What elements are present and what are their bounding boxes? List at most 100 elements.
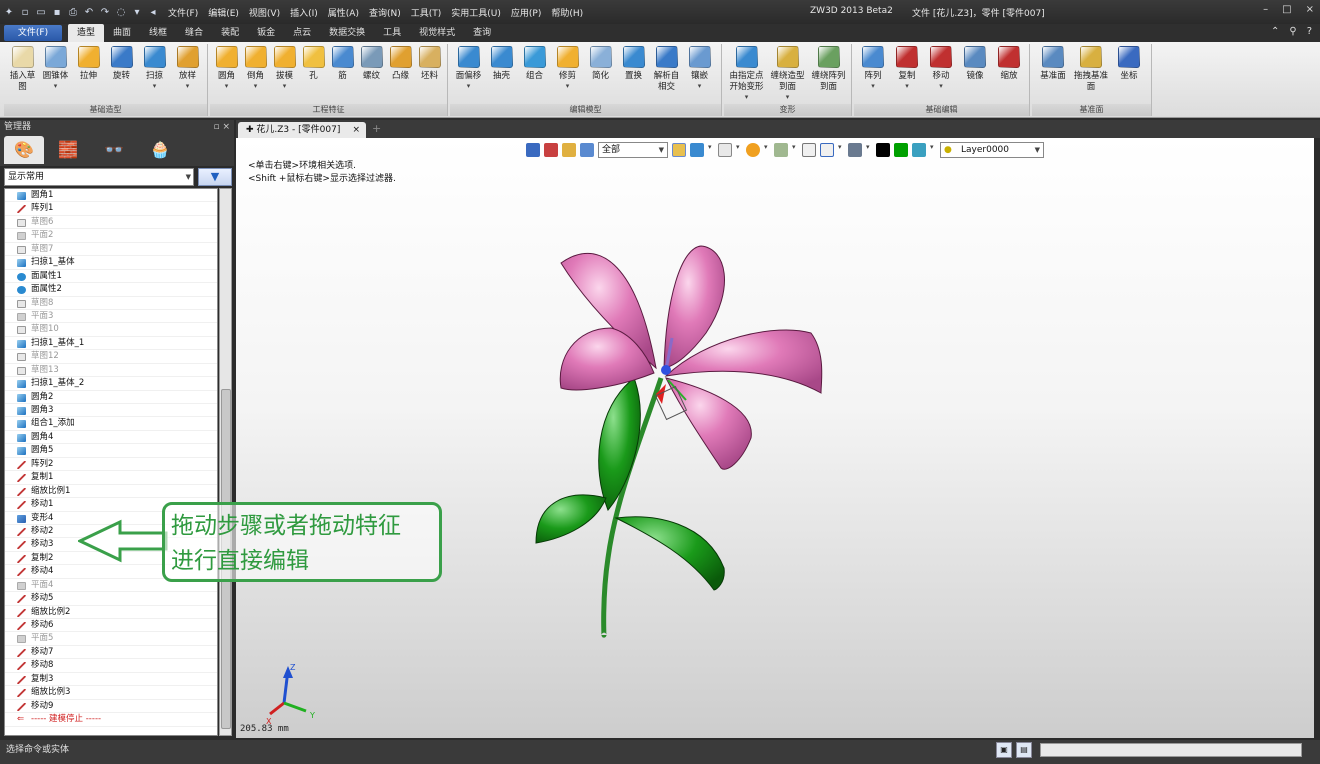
- cake-icon[interactable]: 🧁: [140, 136, 180, 164]
- new-tab-icon[interactable]: +: [372, 122, 381, 135]
- chevron-down-icon[interactable]: ▾: [683, 82, 716, 90]
- tree-item[interactable]: 草图10: [5, 323, 217, 337]
- ribbon-tool-3-0[interactable]: 由指定点开始变形 ▾: [726, 46, 767, 101]
- ribbon-tool-0-4[interactable]: 扫掠 ▾: [138, 46, 171, 90]
- tab-1[interactable]: 曲面: [104, 24, 140, 42]
- tree-item[interactable]: 移动8: [5, 659, 217, 673]
- ribbon-tool-5-1[interactable]: 拖拽基准面: [1072, 46, 1110, 93]
- tree-item[interactable]: 草图7: [5, 243, 217, 257]
- chevron-down-icon[interactable]: ▾: [452, 82, 485, 90]
- open-icon[interactable]: ▭: [36, 7, 46, 18]
- ribbon-tool-3-2[interactable]: 缠绕阵列到面: [808, 46, 849, 93]
- display-filter-select[interactable]: 显示常用 ▼: [4, 168, 194, 186]
- menu-item-3[interactable]: 插入(I): [290, 6, 318, 19]
- tree-item[interactable]: 移动7: [5, 646, 217, 660]
- tab-5[interactable]: 钣金: [248, 24, 284, 42]
- tab-2[interactable]: 线框: [140, 24, 176, 42]
- file-menu-button[interactable]: 文件(F): [4, 25, 62, 41]
- ribbon-tool-2-4[interactable]: 简化: [584, 46, 617, 82]
- tree-item[interactable]: 草图8: [5, 297, 217, 310]
- ribbon-tool-4-1[interactable]: 复制 ▾: [890, 46, 924, 90]
- ribbon-tool-0-0[interactable]: 插入草图: [6, 46, 39, 93]
- ribbon-tool-2-2[interactable]: 组合: [518, 46, 551, 82]
- tree-item[interactable]: 草图12: [5, 350, 217, 364]
- tree-item[interactable]: 扫掠1_基体_2: [5, 377, 217, 391]
- undo-icon[interactable]: ↶: [84, 7, 94, 18]
- build-stop-marker[interactable]: ⇐ ----- 建模停止 -----: [5, 713, 217, 727]
- tab-9[interactable]: 视觉样式: [410, 24, 464, 42]
- tab-7[interactable]: 数据交换: [320, 24, 374, 42]
- chevron-down-icon[interactable]: ▾: [138, 82, 171, 90]
- history-icon[interactable]: 🧱: [48, 136, 88, 164]
- ribbon-tool-4-4[interactable]: 缩放: [992, 46, 1026, 82]
- ribbon-tool-2-0[interactable]: 面偏移 ▾: [452, 46, 485, 90]
- tree-item[interactable]: 平面3: [5, 310, 217, 324]
- ribbon-tool-1-5[interactable]: 螺纹: [357, 46, 386, 82]
- 3d-viewport[interactable]: 全部 ▼ ▾ ▾ ▾ ▾ ▾ ▾ ▾ ● Layer0000 ▼ <单击右键>环…: [236, 138, 1314, 738]
- manager-controls[interactable]: ▫ ×: [213, 120, 230, 134]
- search-icon[interactable]: ⚲: [1289, 26, 1296, 37]
- ribbon-tool-1-4[interactable]: 筋: [328, 46, 357, 82]
- document-tab[interactable]: ✚ 花儿.Z3 - [零件007] ×: [238, 122, 366, 138]
- tree-item[interactable]: 移动5: [5, 592, 217, 606]
- status-icon-1[interactable]: ▣: [996, 742, 1012, 758]
- tab-4[interactable]: 装配: [212, 24, 248, 42]
- ribbon-tool-2-5[interactable]: 置换: [617, 46, 650, 82]
- chevron-down-icon[interactable]: ▾: [39, 82, 72, 90]
- tab-8[interactable]: 工具: [374, 24, 410, 42]
- ribbon-tool-2-1[interactable]: 抽壳: [485, 46, 518, 82]
- tree-item[interactable]: 缩放比例3: [5, 686, 217, 700]
- back-icon[interactable]: ◂: [148, 7, 158, 18]
- ribbon-tool-2-6[interactable]: 解析自相交: [650, 46, 683, 93]
- ribbon-tool-1-0[interactable]: 圆角 ▾: [212, 46, 241, 90]
- command-input[interactable]: [1040, 743, 1302, 757]
- ribbon-tool-0-3[interactable]: 旋转: [105, 46, 138, 82]
- ribbon-tool-1-7[interactable]: 坯料: [415, 46, 444, 82]
- tree-item[interactable]: 移动6: [5, 619, 217, 633]
- dropdown-icon[interactable]: ▾: [132, 7, 142, 18]
- maximize-button[interactable]: □: [1282, 4, 1291, 15]
- tree-item[interactable]: 平面2: [5, 229, 217, 243]
- close-tab-icon[interactable]: ×: [352, 122, 360, 138]
- menu-item-1[interactable]: 编辑(E): [208, 6, 239, 19]
- tree-item[interactable]: 草图6: [5, 216, 217, 230]
- tree-item[interactable]: 复制1: [5, 471, 217, 485]
- ribbon-collapse-icon[interactable]: ⌃: [1271, 26, 1279, 37]
- print-icon[interactable]: ⎙: [68, 7, 78, 18]
- tree-item[interactable]: 圆角1: [5, 189, 217, 203]
- tab-3[interactable]: 缝合: [176, 24, 212, 42]
- tree-item[interactable]: 缩放比例2: [5, 606, 217, 619]
- ribbon-tool-4-2[interactable]: 移动 ▾: [924, 46, 958, 90]
- menu-item-7[interactable]: 实用工具(U): [451, 6, 501, 19]
- loop-icon[interactable]: ◌: [116, 7, 126, 18]
- ribbon-tool-2-7[interactable]: 镶嵌 ▾: [683, 46, 716, 90]
- tree-item[interactable]: 平面5: [5, 632, 217, 646]
- menu-item-9[interactable]: 帮助(H): [551, 6, 583, 19]
- tree-item[interactable]: 移动9: [5, 700, 217, 714]
- tree-item[interactable]: 圆角3: [5, 404, 217, 418]
- ribbon-tool-4-3[interactable]: 镜像: [958, 46, 992, 82]
- ribbon-tool-1-6[interactable]: 凸缘: [386, 46, 415, 82]
- chevron-down-icon[interactable]: ▾: [270, 82, 299, 90]
- tab-0[interactable]: 造型: [68, 24, 105, 42]
- new-icon[interactable]: ▫: [20, 7, 30, 18]
- save-icon[interactable]: ▪: [52, 7, 62, 18]
- filter-button[interactable]: ▼: [198, 168, 232, 186]
- close-button[interactable]: ×: [1306, 4, 1314, 15]
- tree-scrollbar[interactable]: [219, 188, 232, 736]
- chevron-down-icon[interactable]: ▾: [767, 93, 808, 101]
- menu-item-2[interactable]: 视图(V): [249, 6, 280, 19]
- redo-icon[interactable]: ↷: [100, 7, 110, 18]
- chevron-down-icon[interactable]: ▾: [890, 82, 924, 90]
- menu-item-6[interactable]: 工具(T): [411, 6, 442, 19]
- chevron-down-icon[interactable]: ▾: [241, 82, 270, 90]
- tree-item[interactable]: 扫掠1_基体_1: [5, 337, 217, 351]
- tree-item[interactable]: 面属性1: [5, 270, 217, 284]
- glasses-icon[interactable]: 👓: [94, 136, 134, 164]
- tree-item[interactable]: 扫掠1_基体: [5, 256, 217, 270]
- palette-icon[interactable]: 🎨: [4, 136, 44, 164]
- chevron-down-icon[interactable]: ▾: [171, 82, 204, 90]
- ribbon-tool-1-3[interactable]: 孔: [299, 46, 328, 82]
- ribbon-tool-1-1[interactable]: 倒角 ▾: [241, 46, 270, 90]
- chevron-down-icon[interactable]: ▾: [212, 82, 241, 90]
